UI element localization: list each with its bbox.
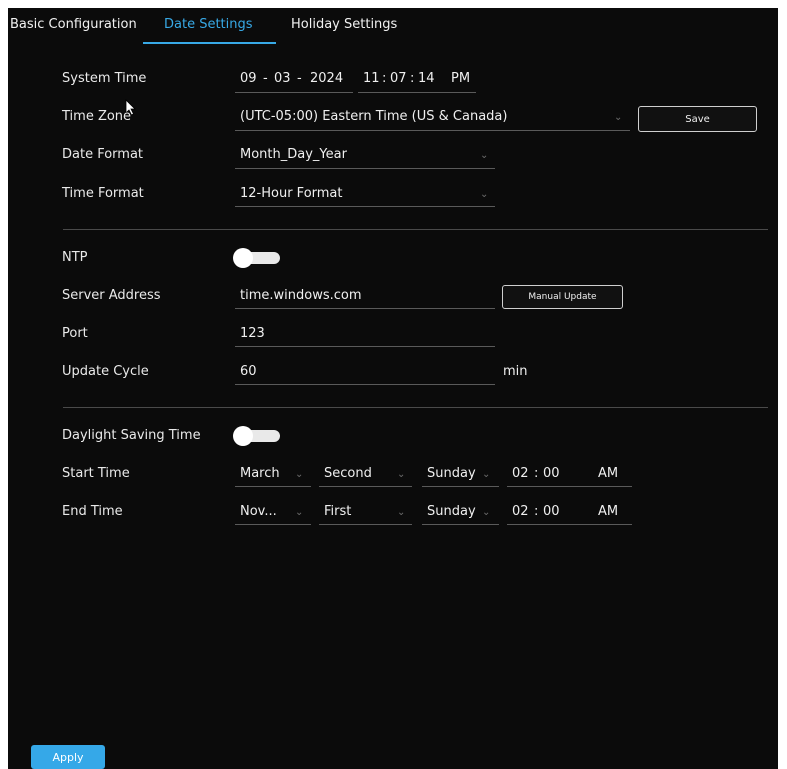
end-time-label: End Time <box>62 504 123 519</box>
port-input[interactable]: 123 <box>240 326 265 341</box>
dst-toggle[interactable] <box>233 426 281 446</box>
start-time-label: Start Time <box>62 466 130 481</box>
system-time-month[interactable]: 09 <box>240 71 257 86</box>
date-format-select[interactable]: Month_Day_Year <box>240 147 347 162</box>
system-time-label: System Time <box>62 71 147 86</box>
start-month-select[interactable]: March <box>240 466 280 481</box>
start-week-select[interactable]: Second <box>324 466 372 481</box>
server-address-input[interactable]: time.windows.com <box>240 288 362 303</box>
system-time-second[interactable]: 14 <box>418 71 435 86</box>
system-time-ampm[interactable]: PM <box>451 71 470 86</box>
system-time-day[interactable]: 03 <box>274 71 291 86</box>
start-minute[interactable]: 00 <box>543 466 560 481</box>
time-format-underline <box>235 206 495 207</box>
date-format-underline <box>235 168 495 169</box>
chevron-down-icon[interactable]: ⌄ <box>295 507 303 518</box>
time-separator: : <box>534 504 539 519</box>
section-divider <box>63 407 768 408</box>
system-time-year[interactable]: 2024 <box>310 71 343 86</box>
start-day-underline <box>422 486 499 487</box>
start-ampm[interactable]: AM <box>598 466 618 481</box>
date-settings-panel: Basic Configuration Date Settings Holida… <box>8 8 778 769</box>
start-week-underline <box>319 486 412 487</box>
system-time-minute[interactable]: 07 <box>390 71 407 86</box>
end-week-select[interactable]: First <box>324 504 351 519</box>
tab-bar: Basic Configuration Date Settings Holida… <box>8 8 778 46</box>
start-clock-underline <box>507 486 632 487</box>
active-tab-indicator <box>143 42 276 44</box>
time-separator: : <box>534 466 539 481</box>
end-minute[interactable]: 00 <box>543 504 560 519</box>
toggle-knob <box>233 426 253 446</box>
time-zone-select[interactable]: (UTC-05:00) Eastern Time (US & Canada) <box>240 109 507 124</box>
toggle-knob <box>233 248 253 268</box>
date-separator: - <box>297 71 302 86</box>
time-zone-underline <box>235 130 630 131</box>
time-zone-label: Time Zone <box>62 109 132 124</box>
server-address-label: Server Address <box>62 288 161 303</box>
start-hour[interactable]: 02 <box>512 466 529 481</box>
update-cycle-unit: min <box>503 364 528 379</box>
chevron-down-icon[interactable]: ⌄ <box>480 150 488 161</box>
end-day-select[interactable]: Sunday <box>427 504 476 519</box>
tab-holiday-settings[interactable]: Holiday Settings <box>291 17 397 32</box>
time-format-select[interactable]: 12-Hour Format <box>240 186 343 201</box>
server-address-underline <box>235 308 495 309</box>
ntp-toggle[interactable] <box>233 248 281 268</box>
time-separator: : <box>382 71 387 86</box>
update-cycle-input[interactable]: 60 <box>240 364 257 379</box>
end-month-select[interactable]: Nov... <box>240 504 277 519</box>
chevron-down-icon[interactable]: ⌄ <box>397 507 405 518</box>
tab-basic-configuration[interactable]: Basic Configuration <box>10 17 137 32</box>
chevron-down-icon[interactable]: ⌄ <box>482 507 490 518</box>
save-button[interactable]: Save <box>638 106 757 132</box>
system-date-underline <box>235 92 353 93</box>
system-time-underline <box>358 92 476 93</box>
tab-date-settings[interactable]: Date Settings <box>164 17 253 32</box>
port-underline <box>235 346 495 347</box>
chevron-down-icon[interactable]: ⌄ <box>295 469 303 480</box>
time-format-label: Time Format <box>62 186 144 201</box>
time-separator: : <box>410 71 415 86</box>
system-time-hour[interactable]: 11 <box>363 71 380 86</box>
end-month-underline <box>235 524 311 525</box>
end-clock-underline <box>507 524 632 525</box>
update-cycle-underline <box>235 384 495 385</box>
chevron-down-icon[interactable]: ⌄ <box>397 469 405 480</box>
ntp-label: NTP <box>62 250 88 265</box>
date-separator: - <box>263 71 268 86</box>
date-format-label: Date Format <box>62 147 144 162</box>
end-hour[interactable]: 02 <box>512 504 529 519</box>
end-day-underline <box>422 524 499 525</box>
port-label: Port <box>62 326 88 341</box>
start-day-select[interactable]: Sunday <box>427 466 476 481</box>
apply-button[interactable]: Apply <box>31 745 105 769</box>
end-week-underline <box>319 524 412 525</box>
start-month-underline <box>235 486 311 487</box>
chevron-down-icon[interactable]: ⌄ <box>480 189 488 200</box>
section-divider <box>63 229 768 230</box>
chevron-down-icon[interactable]: ⌄ <box>614 112 622 123</box>
update-cycle-label: Update Cycle <box>62 364 149 379</box>
chevron-down-icon[interactable]: ⌄ <box>482 469 490 480</box>
dst-label: Daylight Saving Time <box>62 428 201 443</box>
end-ampm[interactable]: AM <box>598 504 618 519</box>
manual-update-button[interactable]: Manual Update <box>502 285 623 309</box>
